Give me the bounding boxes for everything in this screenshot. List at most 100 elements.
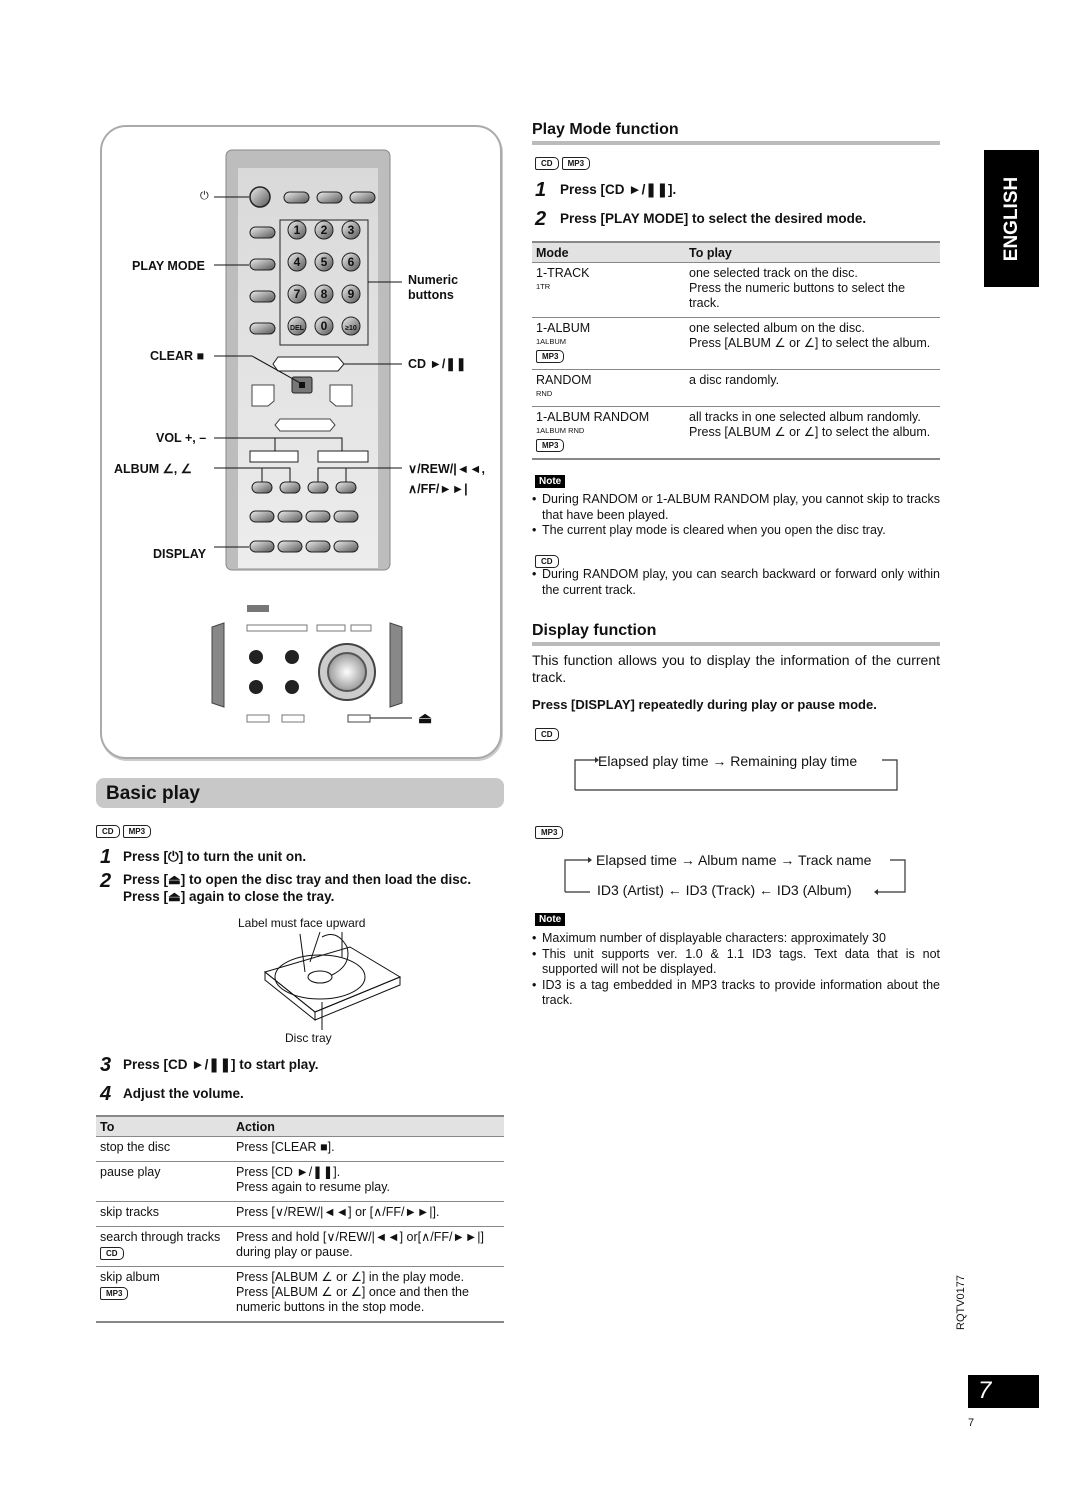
display-notes: Maximum number of displayable characters… xyxy=(532,931,940,1009)
step-text: Press [PLAY MODE] to select the desired … xyxy=(560,211,867,226)
numeric-key-label: 7 xyxy=(294,287,301,301)
mp3-tag: MP3 xyxy=(122,825,152,838)
to-play-cell: one selected album on the disc. Press [AL… xyxy=(685,317,940,370)
note-badge: Note xyxy=(535,913,566,926)
basic-play-tags: CD MP3 xyxy=(96,821,154,839)
table-row: RANDOM RND a disc randomly. xyxy=(532,369,940,407)
note-item: Maximum number of displayable characters… xyxy=(532,931,940,947)
mode-cell: 1-ALBUM 1ALBUM MP3 xyxy=(532,317,685,370)
numeric-callout: Numeric xyxy=(408,273,459,287)
mode-abbreviation: 1ALBUM RND xyxy=(536,426,585,435)
table-row: skip album MP3 Press [ALBUM ∠ or ∠] in the… xyxy=(96,1266,504,1323)
action-cell: Press [∨/REW/|◄◄] or [∧/FF/►►|]. xyxy=(232,1201,504,1227)
column-header: To play xyxy=(685,241,940,263)
mode-abbreviation: 1ALBUM xyxy=(536,337,567,346)
step-number: 4 xyxy=(100,1083,112,1105)
language-tab-label: ENGLISH xyxy=(1000,176,1022,261)
numeric-key-label: 2 xyxy=(321,223,328,237)
eject-icon: ⏏ xyxy=(418,710,433,727)
cd-tag-wrap: CD xyxy=(535,724,562,742)
note-item: This unit supports ver. 1.0 & 1.1 ID3 ta… xyxy=(532,947,940,978)
play-mode-title: Play Mode function xyxy=(532,121,679,138)
step-text: Press [CD ►/❚❚] to start play. xyxy=(123,1057,319,1072)
page-number: 7 xyxy=(968,1417,975,1429)
display-instruction: Press [DISPLAY] repeatedly during play o… xyxy=(532,697,877,712)
basic-play-header: Basic play xyxy=(96,778,504,808)
step-number: 3 xyxy=(100,1054,112,1076)
mp3-tag: MP3 xyxy=(561,157,591,170)
mode-abbreviation: RND xyxy=(536,389,553,398)
cd-tag: CD xyxy=(535,728,559,741)
play-mode-callout: PLAY MODE xyxy=(132,259,205,273)
label-upward-caption: Label must face upward xyxy=(238,916,366,930)
to-cell: skip album MP3 xyxy=(96,1266,232,1323)
step-text: Adjust the volume. xyxy=(123,1086,244,1101)
numeric-key-label: 3 xyxy=(348,223,355,237)
power-callout: ⏻ xyxy=(200,190,209,202)
step-text: Press [⏻] to turn the unit on. xyxy=(123,849,307,864)
mode-cell: 1-TRACK 1TR xyxy=(532,262,685,318)
play-mode-notes: During RANDOM or 1-ALBUM RANDOM play, yo… xyxy=(532,492,940,539)
remote-illustration-panel: 1 2 3 4 5 6 7 8 9 DEL 0 ≥10 ⏻ PLAY MODE … xyxy=(100,125,502,759)
table-row: search through tracks CD Press and hold [∨… xyxy=(96,1226,504,1267)
step-text: Press [CD ►/❚❚]. xyxy=(560,182,677,197)
basic-play-table: To Action stop the disc Press [CLEAR ■]. p… xyxy=(96,1115,504,1323)
table-row: skip tracks Press [∨/REW/|◄◄] or [∧/FF/►►… xyxy=(96,1201,504,1227)
mp3-tag: MP3 xyxy=(535,826,564,839)
mp3-tag: MP3 xyxy=(536,350,565,363)
action-cell: Press and hold [∨/REW/|◄◄] or[∧/FF/►►|] … xyxy=(232,1226,504,1267)
mode-cell: 1-ALBUM RANDOM 1ALBUM RND MP3 xyxy=(532,406,685,460)
section-divider xyxy=(532,141,940,145)
document-code: RQTV0177 xyxy=(955,1274,967,1330)
ff-callout: ∧/FF/►►| xyxy=(408,482,468,496)
table-row: 1-TRACK 1TR one selected track on the disc… xyxy=(532,262,940,318)
action-cell: Press [CLEAR ■]. xyxy=(232,1136,504,1162)
numeric-key-label: 0 xyxy=(321,319,328,333)
to-play-cell: a disc randomly. xyxy=(685,369,940,407)
mp3-tag: MP3 xyxy=(536,439,565,452)
note-badge: Note xyxy=(535,475,566,488)
to-play-cell: one selected track on the disc. Press the… xyxy=(685,262,940,318)
vol-callout: VOL +, – xyxy=(156,431,207,445)
cd-tag: CD xyxy=(535,157,559,170)
disc-tray-illustration xyxy=(263,932,402,1030)
numeric-key-label: 1 xyxy=(294,223,301,237)
cd-play-callout: CD ►/❚❚ xyxy=(408,357,467,371)
mp3-display-flow-top: Elapsed time → Album name → Track name xyxy=(596,852,872,868)
language-tab: ENGLISH xyxy=(984,150,1039,287)
column-header: To xyxy=(96,1115,232,1137)
numeric-callout-2: buttons xyxy=(408,288,454,302)
cd-notes: During RANDOM play, you can search backw… xyxy=(532,567,940,598)
section-divider xyxy=(532,642,940,646)
table-row: stop the disc Press [CLEAR ■]. xyxy=(96,1136,504,1162)
note-item: During RANDOM or 1-ALBUM RANDOM play, yo… xyxy=(532,492,940,523)
play-mode-table: Mode To play 1-TRACK 1TR one selected trac… xyxy=(532,241,940,460)
action-cell: Press [ALBUM ∠ or ∠] in the play mode. Pr… xyxy=(232,1266,504,1323)
mp3-tag: MP3 xyxy=(100,1287,129,1300)
numeric-key-label: 8 xyxy=(321,287,328,301)
table-row: 1-ALBUM 1ALBUM MP3 one selected album on th… xyxy=(532,317,940,370)
display-function-title: Display function xyxy=(532,622,657,639)
numeric-key-label: ≥10 xyxy=(345,325,357,332)
display-intro: This function allows you to display the … xyxy=(532,652,940,685)
mode-cell: RANDOM RND xyxy=(532,369,685,407)
column-header: Mode xyxy=(532,241,685,263)
numeric-key-label: DEL xyxy=(290,325,305,332)
column-header: Action xyxy=(232,1115,504,1137)
page-number-box: 7 xyxy=(968,1375,1039,1408)
numeric-key-label: 9 xyxy=(348,287,355,301)
disc-tray-caption: Disc tray xyxy=(285,1031,332,1045)
mp3-display-flow-bottom: ID3 (Artist) ← ID3 (Track) ← ID3 (Album) xyxy=(597,882,852,898)
rew-callout: ∨/REW/|◄◄, xyxy=(408,462,485,476)
step-text: Press [⏏] to open the disc tray and then… xyxy=(123,872,472,904)
numeric-key-label: 4 xyxy=(294,255,301,269)
note-item: During RANDOM play, you can search backw… xyxy=(532,567,940,598)
note-item: ID3 is a tag embedded in MP3 tracks to p… xyxy=(532,978,940,1009)
step-number: 1 xyxy=(535,179,547,201)
album-callout: ALBUM ∠, ∠ xyxy=(114,462,192,476)
page-number-large: 7 xyxy=(978,1377,992,1404)
to-cell: search through tracks CD xyxy=(96,1226,232,1267)
step-number: 2 xyxy=(535,208,547,230)
step-number: 1 xyxy=(100,846,112,868)
note-item: The current play mode is cleared when yo… xyxy=(532,523,940,539)
